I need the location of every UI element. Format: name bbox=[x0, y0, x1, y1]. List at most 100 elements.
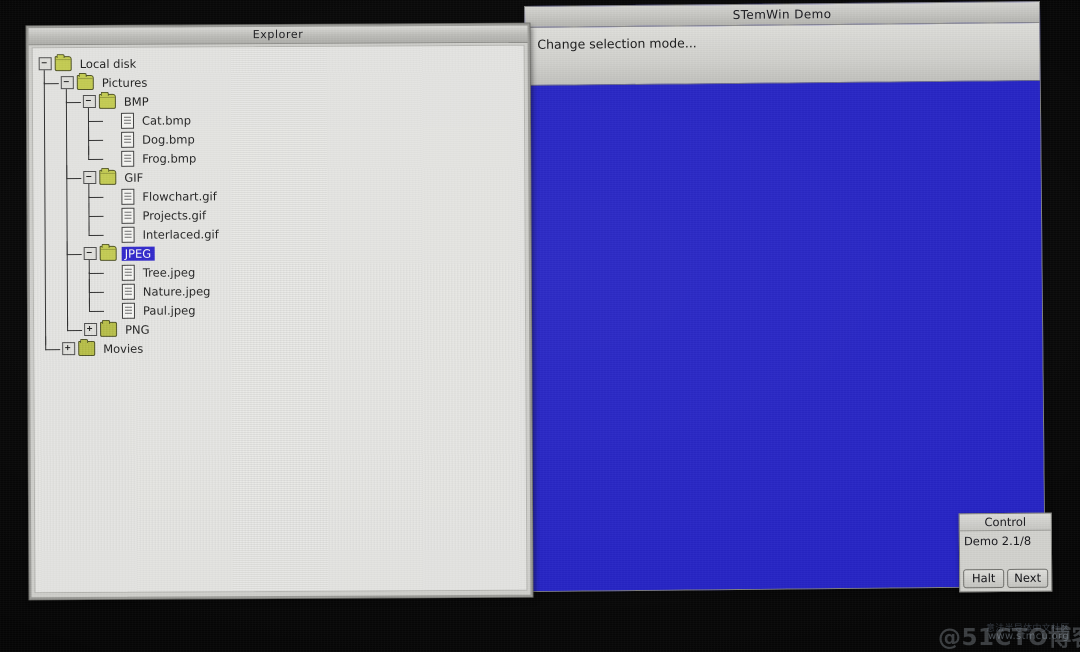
tree-item[interactable]: BMP bbox=[33, 89, 524, 112]
tree-item[interactable]: Cat.bmp bbox=[33, 107, 524, 131]
tree-item-label: Tree.jpeg bbox=[142, 264, 196, 280]
collapse-minus-icon[interactable] bbox=[83, 246, 97, 261]
tree-item-label: Pictures bbox=[101, 75, 148, 90]
demo-title-text: STemWin Demo bbox=[732, 7, 832, 22]
tree-toggle-spacer bbox=[105, 134, 116, 145]
folder-closed-icon bbox=[100, 321, 118, 337]
tree-item-label: JPEG bbox=[121, 246, 155, 261]
tree-toggle-spacer bbox=[105, 115, 116, 126]
tree-item[interactable]: GIF bbox=[33, 165, 524, 188]
tree-item-label: Projects.gif bbox=[142, 207, 207, 223]
tree-item-label: Flowchart.gif bbox=[142, 188, 217, 204]
tree-toggle-spacer bbox=[105, 191, 116, 202]
collapse-minus-icon[interactable] bbox=[60, 76, 74, 90]
tree-item-label: Cat.bmp bbox=[141, 112, 192, 128]
tree-toggle-spacer bbox=[105, 153, 116, 164]
folder-open-icon bbox=[98, 93, 116, 109]
file-tree[interactable]: Local disk Pictures BMP Cat.bmp Dog.bmp Frog.… bbox=[33, 46, 526, 359]
tree-connector-elbow bbox=[88, 278, 104, 293]
document-icon bbox=[121, 226, 135, 243]
collapse-minus-icon[interactable] bbox=[38, 57, 52, 71]
stemwin-demo-window[interactable]: STemWin Demo Change selection mode... bbox=[524, 1, 1046, 592]
explorer-titlebar[interactable]: Explorer bbox=[28, 25, 528, 46]
tree-item[interactable]: Pictures bbox=[33, 70, 524, 93]
expand-plus-icon[interactable] bbox=[84, 322, 98, 337]
tree-item[interactable]: PNG bbox=[34, 317, 525, 340]
tree-item[interactable]: JPEG bbox=[34, 241, 525, 264]
tree-connector-line bbox=[87, 119, 90, 155]
tree-item-label: Nature.jpeg bbox=[142, 283, 211, 299]
tree-item[interactable]: Tree.jpeg bbox=[34, 259, 525, 283]
watermark-stmcu-chinese: 意法半导体中文社区 bbox=[986, 624, 1070, 634]
tree-item[interactable]: Movies bbox=[34, 336, 525, 359]
document-icon bbox=[121, 264, 135, 281]
tree-item[interactable]: Nature.jpeg bbox=[34, 278, 525, 302]
folder-open-icon bbox=[76, 74, 94, 91]
tree-item-label: PNG bbox=[125, 322, 150, 337]
tree-toggle-spacer bbox=[106, 286, 117, 297]
tree-connector-elbow bbox=[66, 165, 82, 180]
device-screen-photo: Explorer Local disk Pictures BMP Cat.bmp Dog… bbox=[0, 0, 1080, 652]
tree-item[interactable]: Local disk bbox=[33, 52, 524, 74]
tree-item-label: Frog.bmp bbox=[142, 150, 197, 166]
tree-item[interactable]: Flowchart.gif bbox=[33, 183, 524, 207]
control-titlebar[interactable]: Control bbox=[959, 513, 1051, 532]
tree-item-label: Dog.bmp bbox=[142, 131, 195, 147]
tree-connector-elbow bbox=[88, 126, 104, 141]
tree-item-label: Local disk bbox=[79, 56, 137, 71]
folder-open-icon bbox=[99, 169, 117, 185]
tree-connector-elbow bbox=[67, 317, 83, 332]
collapse-minus-icon[interactable] bbox=[82, 94, 96, 109]
tree-connector-elbow bbox=[43, 70, 59, 85]
document-icon bbox=[120, 112, 135, 129]
tree-connector-elbow bbox=[45, 336, 61, 351]
demo-status-text: Change selection mode... bbox=[537, 35, 697, 52]
tree-item[interactable]: Dog.bmp bbox=[33, 126, 524, 150]
document-icon bbox=[121, 283, 135, 300]
collapse-minus-icon[interactable] bbox=[83, 170, 97, 185]
watermark-51cto: @51CTO博客 bbox=[938, 625, 1080, 651]
explorer-tree-panel[interactable]: Local disk Pictures BMP Cat.bmp Dog.bmp Frog.… bbox=[31, 44, 528, 594]
tree-item-label: Movies bbox=[103, 341, 144, 356]
folder-open-icon bbox=[54, 56, 72, 72]
explorer-window[interactable]: Explorer Local disk Pictures BMP Cat.bmp Dog… bbox=[26, 23, 533, 600]
document-icon bbox=[121, 188, 135, 205]
halt-button[interactable]: Halt bbox=[963, 569, 1005, 589]
tree-item[interactable]: Interlaced.gif bbox=[34, 221, 525, 245]
tree-item[interactable]: Frog.bmp bbox=[33, 145, 524, 169]
demo-status-area: Change selection mode... bbox=[525, 23, 1040, 86]
tree-item[interactable]: Projects.gif bbox=[33, 202, 524, 226]
explorer-title-text: Explorer bbox=[252, 27, 304, 42]
control-button-row: Halt Next bbox=[963, 568, 1049, 589]
document-icon bbox=[121, 302, 136, 319]
tree-toggle-spacer bbox=[106, 305, 117, 316]
tree-connector-elbow bbox=[88, 297, 104, 312]
tree-item-label: BMP bbox=[123, 94, 149, 109]
control-title-text: Control bbox=[984, 514, 1027, 530]
tree-item-label: Paul.jpeg bbox=[142, 302, 196, 318]
tree-connector-elbow bbox=[88, 183, 104, 198]
tree-connector-elbow bbox=[88, 202, 104, 217]
tree-connector-elbow bbox=[87, 107, 104, 123]
expand-plus-icon[interactable] bbox=[62, 342, 76, 356]
control-demo-label: Demo 2.1/8 bbox=[963, 533, 1032, 549]
tree-connector-line bbox=[88, 195, 90, 231]
tree-item[interactable]: Paul.jpeg bbox=[34, 297, 525, 321]
tree-toggle-spacer bbox=[106, 267, 117, 278]
folder-closed-icon bbox=[78, 340, 96, 357]
document-icon bbox=[121, 150, 135, 167]
tree-item-label: GIF bbox=[124, 170, 144, 185]
tree-item-label: Interlaced.gif bbox=[142, 226, 219, 242]
tree-toggle-spacer bbox=[105, 210, 116, 221]
document-icon bbox=[121, 131, 135, 148]
tree-connector-elbow bbox=[66, 241, 82, 256]
control-window[interactable]: Control Demo 2.1/8 Halt Next bbox=[958, 512, 1053, 593]
tree-connector-elbow bbox=[88, 259, 104, 274]
tree-toggle-spacer bbox=[106, 229, 117, 240]
folder-open-icon bbox=[99, 245, 117, 261]
next-button[interactable]: Next bbox=[1007, 568, 1049, 588]
document-icon bbox=[121, 207, 135, 224]
tree-connector-elbow bbox=[88, 145, 104, 160]
tree-connector-elbow bbox=[88, 221, 104, 236]
watermark-stmcu-url: www.stmcu.org bbox=[988, 631, 1069, 642]
